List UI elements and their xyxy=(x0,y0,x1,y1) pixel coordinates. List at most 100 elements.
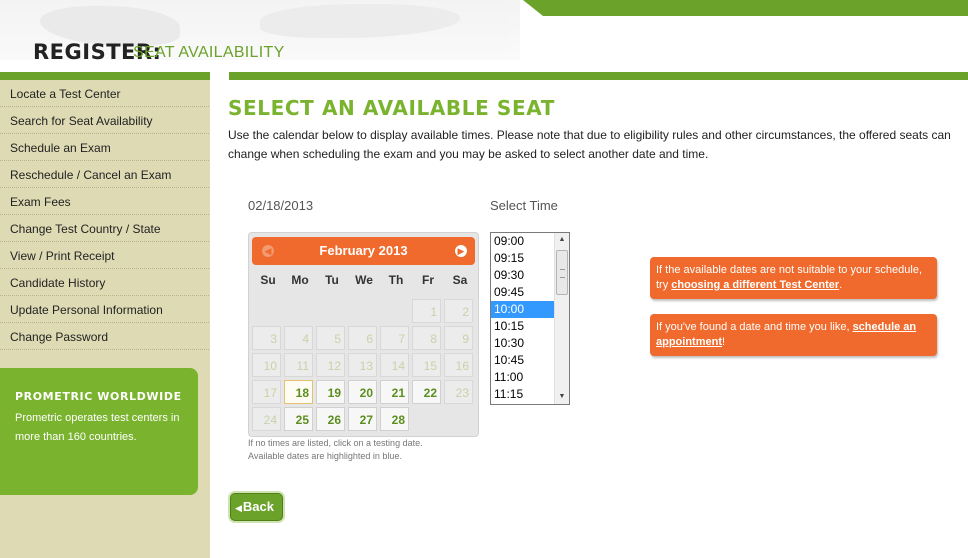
calendar-grid: 1 2 3 4 5 6 7 8 9 10 11 12 13 14 15 16 17 18 19 20 21 22 23 24 2… xyxy=(252,299,477,434)
calendar-day[interactable]: 26 xyxy=(316,407,345,431)
calendar-day: 5 xyxy=(316,326,345,350)
calendar-week-row: 12 xyxy=(252,299,477,326)
calendar-day: 8 xyxy=(412,326,441,350)
calendar-day: 24 xyxy=(252,407,281,431)
calendar-day: 1 xyxy=(412,299,441,323)
calendar-day: 23 xyxy=(444,380,473,404)
header: REGISTER: SEAT AVAILABILITY xyxy=(0,0,968,72)
time-option[interactable]: 11:15 xyxy=(491,386,555,403)
sidebar-nav: Locate a Test Center Search for Seat Ava… xyxy=(0,80,210,350)
calendar-day[interactable]: 21 xyxy=(380,380,409,404)
time-option[interactable]: 09:30 xyxy=(491,267,555,284)
calendar-day[interactable]: 28 xyxy=(380,407,409,431)
promo-title: PROMETRIC WORLDWIDE xyxy=(15,390,182,403)
back-button[interactable]: ◀Back xyxy=(230,493,283,521)
sidebar: Locate a Test Center Search for Seat Ava… xyxy=(0,80,210,558)
calendar-day: 4 xyxy=(284,326,313,350)
calendar-day: 6 xyxy=(348,326,377,350)
page-section-subtitle: SEAT AVAILABILITY xyxy=(133,44,285,61)
back-arrow-icon: ◀ xyxy=(235,503,242,513)
calendar: ◀ February 2013 ▶ Su Mo Tu We Th Fr Sa 1… xyxy=(248,232,479,437)
calendar-day: 16 xyxy=(444,353,473,377)
main-top-rule xyxy=(229,72,968,80)
calendar-day[interactable]: 25 xyxy=(284,407,313,431)
tip-different-test-center: If the available dates are not suitable … xyxy=(650,257,937,299)
calendar-weekday-row: Su Mo Tu We Th Fr Sa xyxy=(252,273,477,287)
calendar-day: 14 xyxy=(380,353,409,377)
calendar-day[interactable]: 22 xyxy=(412,380,441,404)
time-option[interactable]: 10:15 xyxy=(491,318,555,335)
calendar-header: ◀ February 2013 ▶ xyxy=(252,237,475,265)
select-time-label: Select Time xyxy=(490,198,558,213)
sidebar-item-print-receipt[interactable]: View / Print Receipt xyxy=(0,242,209,269)
tip-suffix: . xyxy=(839,279,843,291)
calendar-note: If no times are listed, click on a testi… xyxy=(248,437,423,463)
scroll-thumb[interactable] xyxy=(556,250,568,295)
calendar-empty-cell xyxy=(284,299,313,323)
weekday-label: Su xyxy=(260,273,276,287)
calendar-empty-cell xyxy=(444,407,473,431)
calendar-day[interactable]: 20 xyxy=(348,380,377,404)
choose-different-test-center-link[interactable]: choosing a different Test Center xyxy=(671,279,839,291)
selected-date-display: 02/18/2013 xyxy=(248,198,314,213)
tip-schedule-appointment: If you've found a date and time you like… xyxy=(650,314,937,356)
time-option[interactable]: 11:00 xyxy=(491,369,555,386)
weekday-label: Th xyxy=(388,273,404,287)
sidebar-item-exam-fees[interactable]: Exam Fees xyxy=(0,188,209,215)
calendar-note-line: Available dates are highlighted in blue. xyxy=(248,451,402,461)
calendar-empty-cell xyxy=(380,299,409,323)
header-accent-stripe xyxy=(523,0,968,16)
time-option[interactable]: 09:45 xyxy=(491,284,555,301)
calendar-day: 2 xyxy=(444,299,473,323)
sidebar-top-rule xyxy=(0,72,210,80)
page-title: SELECT AN AVAILABLE SEAT xyxy=(228,96,555,120)
promo-text: Prometric operates test centers in more … xyxy=(15,412,180,443)
calendar-day: 11 xyxy=(284,353,313,377)
weekday-label: Fr xyxy=(422,273,434,287)
time-option[interactable]: 10:00 xyxy=(491,301,555,318)
time-option[interactable]: 10:45 xyxy=(491,352,555,369)
calendar-day: 7 xyxy=(380,326,409,350)
calendar-week-row: 17 18 19 20 21 22 23 xyxy=(252,380,477,407)
time-option[interactable]: 09:15 xyxy=(491,250,555,267)
calendar-week-row: 24 25 26 27 28 xyxy=(252,407,477,434)
weekday-label: We xyxy=(355,273,373,287)
time-option[interactable]: 09:00 xyxy=(491,233,555,250)
chevron-right-icon[interactable]: ▶ xyxy=(455,245,467,257)
calendar-day[interactable]: 19 xyxy=(316,380,345,404)
calendar-empty-cell xyxy=(348,299,377,323)
weekday-label: Tu xyxy=(325,273,339,287)
sidebar-item-change-password[interactable]: Change Password xyxy=(0,323,209,350)
time-select-list[interactable]: 09:00 09:15 09:30 09:45 10:00 10:15 10:30 10:45… xyxy=(490,232,570,405)
intro-text: Use the calendar below to display availa… xyxy=(228,128,951,161)
calendar-note-line: If no times are listed, click on a testi… xyxy=(248,438,423,448)
scroll-up-arrow-icon[interactable]: ▲ xyxy=(555,233,569,247)
calendar-empty-cell xyxy=(412,407,441,431)
sidebar-item-change-country[interactable]: Change Test Country / State xyxy=(0,215,209,242)
calendar-empty-cell xyxy=(252,299,281,323)
calendar-month-label: February 2013 xyxy=(319,243,408,258)
calendar-day: 3 xyxy=(252,326,281,350)
tip-text: If you've found a date and time you like… xyxy=(656,321,853,333)
sidebar-item-schedule-exam[interactable]: Schedule an Exam xyxy=(0,134,209,161)
weekday-label: Sa xyxy=(452,273,468,287)
calendar-day: 17 xyxy=(252,380,281,404)
calendar-day: 15 xyxy=(412,353,441,377)
time-option[interactable]: 10:30 xyxy=(491,335,555,352)
calendar-week-row: 3456789 xyxy=(252,326,477,353)
calendar-day: 9 xyxy=(444,326,473,350)
back-button-label: Back xyxy=(242,499,274,514)
calendar-day[interactable]: 18 xyxy=(284,380,313,404)
sidebar-item-update-personal-info[interactable]: Update Personal Information xyxy=(0,296,209,323)
sidebar-item-search-seat-availability[interactable]: Search for Seat Availability xyxy=(0,107,209,134)
sidebar-item-candidate-history[interactable]: Candidate History xyxy=(0,269,209,296)
scroll-down-arrow-icon[interactable]: ▼ xyxy=(555,390,569,404)
sidebar-item-locate-test-center[interactable]: Locate a Test Center xyxy=(0,80,209,107)
time-list-scrollbar[interactable]: ▲ ▼ xyxy=(554,233,569,404)
sidebar-item-reschedule-cancel[interactable]: Reschedule / Cancel an Exam xyxy=(0,161,209,188)
calendar-day: 12 xyxy=(316,353,345,377)
calendar-day[interactable]: 27 xyxy=(348,407,377,431)
tip-suffix: ! xyxy=(722,336,726,348)
calendar-empty-cell xyxy=(316,299,345,323)
calendar-day: 10 xyxy=(252,353,281,377)
